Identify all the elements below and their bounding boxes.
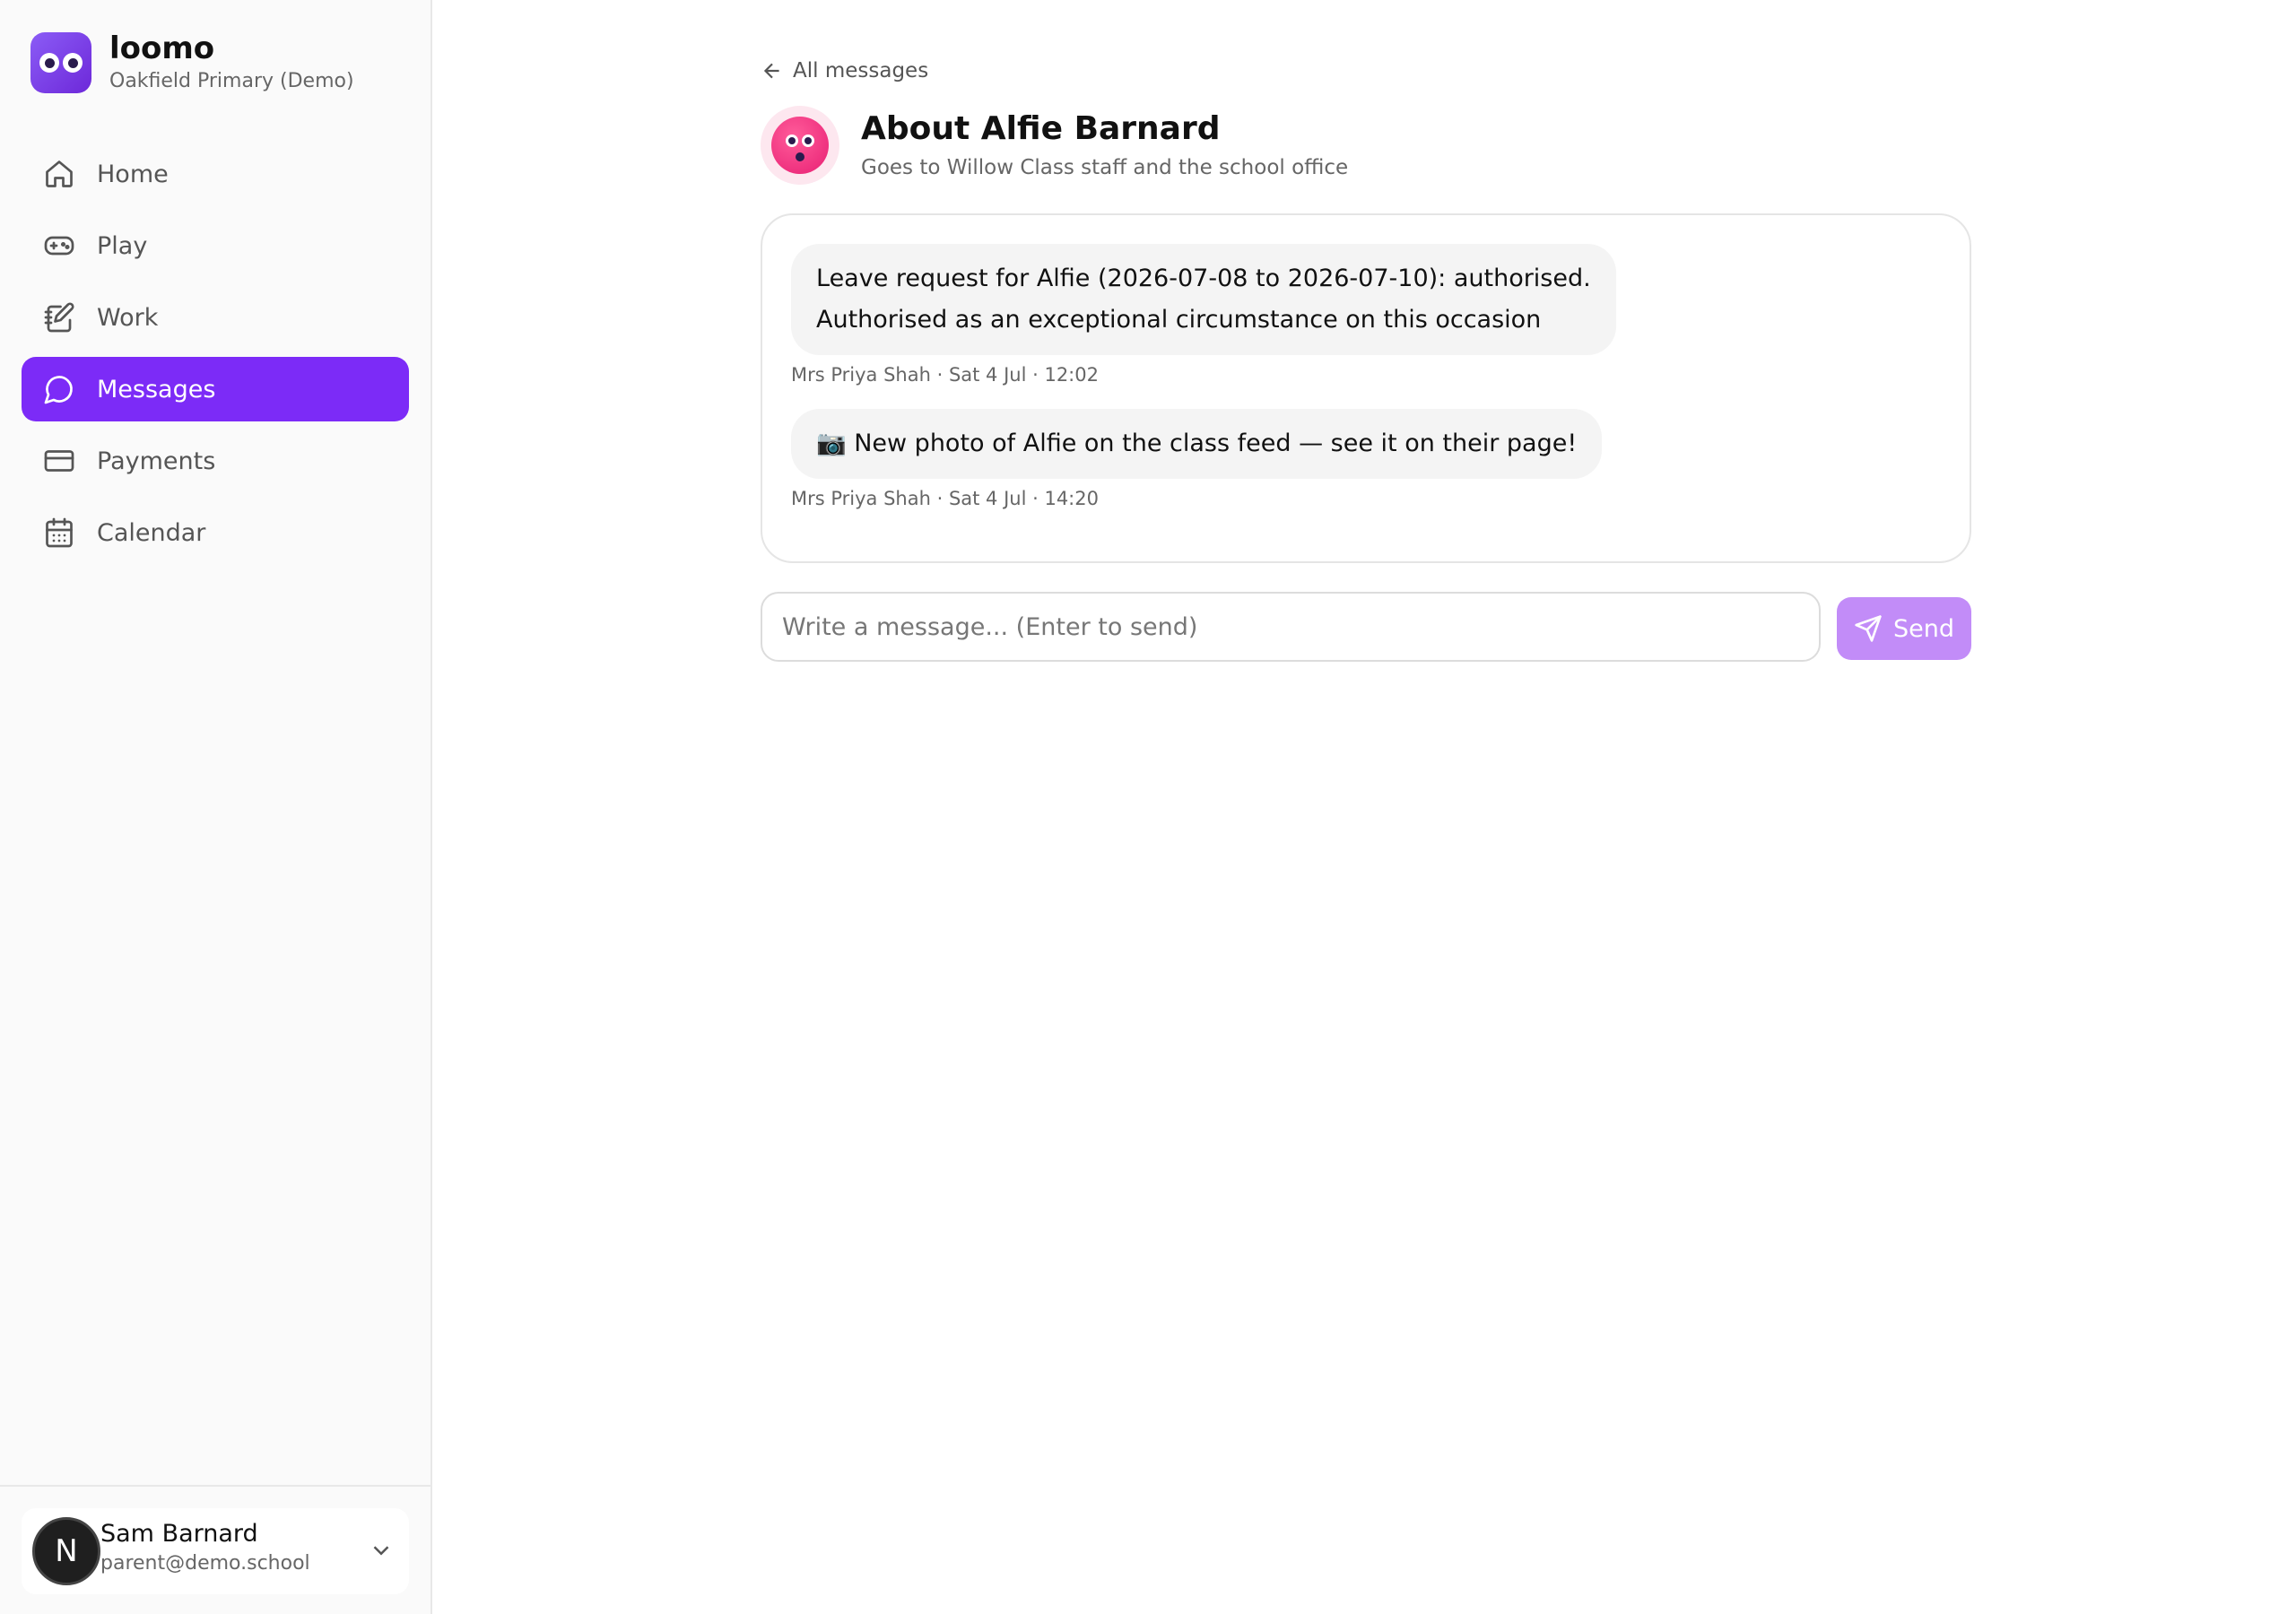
chevron-down-icon: [368, 1537, 395, 1564]
brand-name: loomo: [109, 30, 215, 66]
message-text: 📷 New photo of Alfie on the class feed —…: [816, 430, 1578, 457]
arrow-left-icon: [763, 63, 779, 79]
message-composer: Send: [761, 592, 1971, 662]
send-icon: [1855, 615, 1882, 642]
nav-item-label: Messages: [97, 375, 216, 404]
user-email: parent@demo.school: [100, 1552, 310, 1575]
send-button-label: Send: [1892, 614, 1954, 643]
logo-eye-right: [63, 53, 83, 73]
sidebar: loomo Oakfield Primary (Demo) Home Play …: [0, 0, 432, 1614]
message-item: 📷 New photo of Alfie on the class feed —…: [791, 409, 1603, 511]
nav-item-messages[interactable]: Messages: [22, 357, 409, 421]
nav-item-play[interactable]: Play: [22, 213, 409, 278]
nav-item-label: Calendar: [97, 518, 206, 547]
main-content: All messages About Alfie Barnard Goes to…: [432, 0, 2296, 1614]
child-avatar-icon: [761, 106, 839, 185]
message-text-line: Leave request for Alfie (2026-07-08 to 2…: [816, 265, 1591, 292]
user-menu-button[interactable]: N Sam Barnard parent@demo.school: [22, 1508, 409, 1594]
home-icon: [43, 158, 75, 190]
nav-item-label: Work: [97, 303, 159, 332]
sidebar-footer: N Sam Barnard parent@demo.school: [0, 1485, 430, 1614]
send-button[interactable]: Send: [1837, 597, 1971, 660]
nav-item-home[interactable]: Home: [22, 142, 409, 206]
main-nav: Home Play Work Messages Payments Calenda…: [22, 142, 409, 572]
notebook-pen-icon: [43, 301, 75, 334]
message-bubble: 📷 New photo of Alfie on the class feed —…: [791, 409, 1603, 479]
brand[interactable]: loomo Oakfield Primary (Demo): [30, 30, 354, 95]
loomo-logo-icon: [30, 32, 91, 93]
nav-item-work[interactable]: Work: [22, 285, 409, 350]
avatar: N: [32, 1517, 100, 1585]
credit-card-icon: [43, 445, 75, 477]
user-name: Sam Barnard: [100, 1520, 258, 1548]
logo-eye-left: [39, 53, 59, 73]
conversation-header: About Alfie Barnard Goes to Willow Class…: [761, 106, 1348, 185]
conversation-title: About Alfie Barnard: [861, 110, 1221, 147]
nav-item-label: Home: [97, 160, 169, 188]
message-circle-icon: [43, 373, 75, 405]
message-text-line: Authorised as an exceptional circumstanc…: [816, 306, 1542, 334]
message-input[interactable]: [761, 592, 1821, 662]
nav-item-label: Play: [97, 231, 148, 260]
message-item: Leave request for Alfie (2026-07-08 to 2…: [791, 244, 1616, 387]
back-to-all-messages-link[interactable]: All messages: [761, 59, 928, 82]
nav-item-label: Payments: [97, 447, 216, 475]
message-bubble: Leave request for Alfie (2026-07-08 to 2…: [791, 244, 1616, 355]
nav-item-calendar[interactable]: Calendar: [22, 500, 409, 565]
nav-item-payments[interactable]: Payments: [22, 429, 409, 493]
message-meta: Mrs Priya Shah · Sat 4 Jul · 12:02: [791, 364, 1099, 386]
school-name: Oakfield Primary (Demo): [109, 70, 354, 92]
gamepad-icon: [43, 230, 75, 262]
back-link-label: All messages: [793, 59, 929, 82]
message-meta: Mrs Priya Shah · Sat 4 Jul · 14:20: [791, 488, 1099, 509]
conversation-subtitle: Goes to Willow Class staff and the schoo…: [861, 156, 1349, 179]
message-thread[interactable]: Leave request for Alfie (2026-07-08 to 2…: [761, 213, 1971, 563]
calendar-icon: [43, 516, 75, 549]
